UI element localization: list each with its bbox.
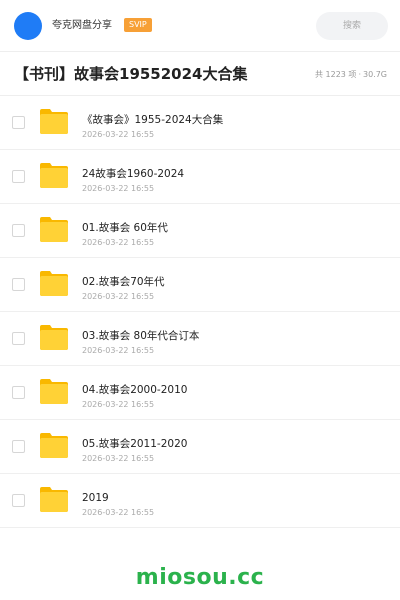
list-item[interactable]: 04.故事会2000-2010 2026-03-22 16:55 [0, 366, 400, 420]
folder-icon [40, 325, 68, 350]
total-size: 30.7G [362, 70, 387, 79]
search-input[interactable]: 搜索 [316, 12, 388, 40]
share-header: 夸克网盘分享 SVIP 搜索 [0, 0, 400, 52]
file-list: 《故事会》1955-2024大合集 2026-03-22 16:55 24故事会… [0, 96, 400, 528]
row-checkbox[interactable] [12, 278, 25, 291]
row-checkbox[interactable] [12, 440, 25, 453]
list-item[interactable]: 03.故事会 80年代合订本 2026-03-22 16:55 [0, 312, 400, 366]
item-count: 共 1223 项 [314, 70, 357, 79]
file-name[interactable]: 《故事会》1955-2024大合集 [82, 113, 223, 127]
list-item[interactable]: 24故事会1960-2024 2026-03-22 16:55 [0, 150, 400, 204]
file-date: 2026-03-22 16:55 [82, 130, 155, 139]
list-item[interactable]: 05.故事会2011-2020 2026-03-22 16:55 [0, 420, 400, 474]
file-date: 2026-03-22 16:55 [82, 238, 155, 247]
list-item[interactable]: 2019 2026-03-22 16:55 [0, 474, 400, 528]
list-item[interactable]: 01.故事会 60年代 2026-03-22 16:55 [0, 204, 400, 258]
folder-icon [40, 433, 68, 458]
row-checkbox[interactable] [12, 224, 25, 237]
list-item[interactable]: 02.故事会70年代 2026-03-22 16:55 [0, 258, 400, 312]
folder-icon [40, 487, 68, 512]
file-date: 2026-03-22 16:55 [82, 292, 155, 301]
file-name[interactable]: 24故事会1960-2024 [82, 167, 184, 181]
row-checkbox[interactable] [12, 116, 25, 129]
row-checkbox[interactable] [12, 494, 25, 507]
folder-icon [40, 109, 68, 134]
share-owner-name: 夸克网盘分享 [52, 20, 112, 31]
file-name[interactable]: 04.故事会2000-2010 [82, 383, 187, 397]
file-name[interactable]: 01.故事会 60年代 [82, 221, 168, 235]
folder-icon [40, 271, 68, 296]
folder-icon [40, 379, 68, 404]
file-date: 2026-03-22 16:55 [82, 184, 155, 193]
folder-icon [40, 217, 68, 242]
site-watermark: miosou.cc [135, 565, 265, 590]
svip-badge: SVIP [124, 18, 152, 32]
row-checkbox[interactable] [12, 170, 25, 183]
list-item[interactable]: 《故事会》1955-2024大合集 2026-03-22 16:55 [0, 96, 400, 150]
file-date: 2026-03-22 16:55 [82, 346, 155, 355]
avatar[interactable] [14, 12, 42, 40]
folder-icon [40, 163, 68, 188]
row-checkbox[interactable] [12, 386, 25, 399]
file-date: 2026-03-22 16:55 [82, 508, 155, 517]
file-name[interactable]: 03.故事会 80年代合订本 [82, 329, 199, 343]
file-name[interactable]: 05.故事会2011-2020 [82, 437, 187, 451]
file-name[interactable]: 02.故事会70年代 [82, 275, 165, 289]
file-name[interactable]: 2019 [82, 491, 109, 505]
folder-meta: 共 1223 项 · 30.7G [315, 69, 387, 81]
folder-title-bar: 【书刊】故事会19552024大合集 共 1223 项 · 30.7G [0, 52, 400, 96]
page-title: 【书刊】故事会19552024大合集 [14, 65, 248, 83]
file-date: 2026-03-22 16:55 [82, 400, 155, 409]
file-date: 2026-03-22 16:55 [82, 454, 155, 463]
row-checkbox[interactable] [12, 332, 25, 345]
